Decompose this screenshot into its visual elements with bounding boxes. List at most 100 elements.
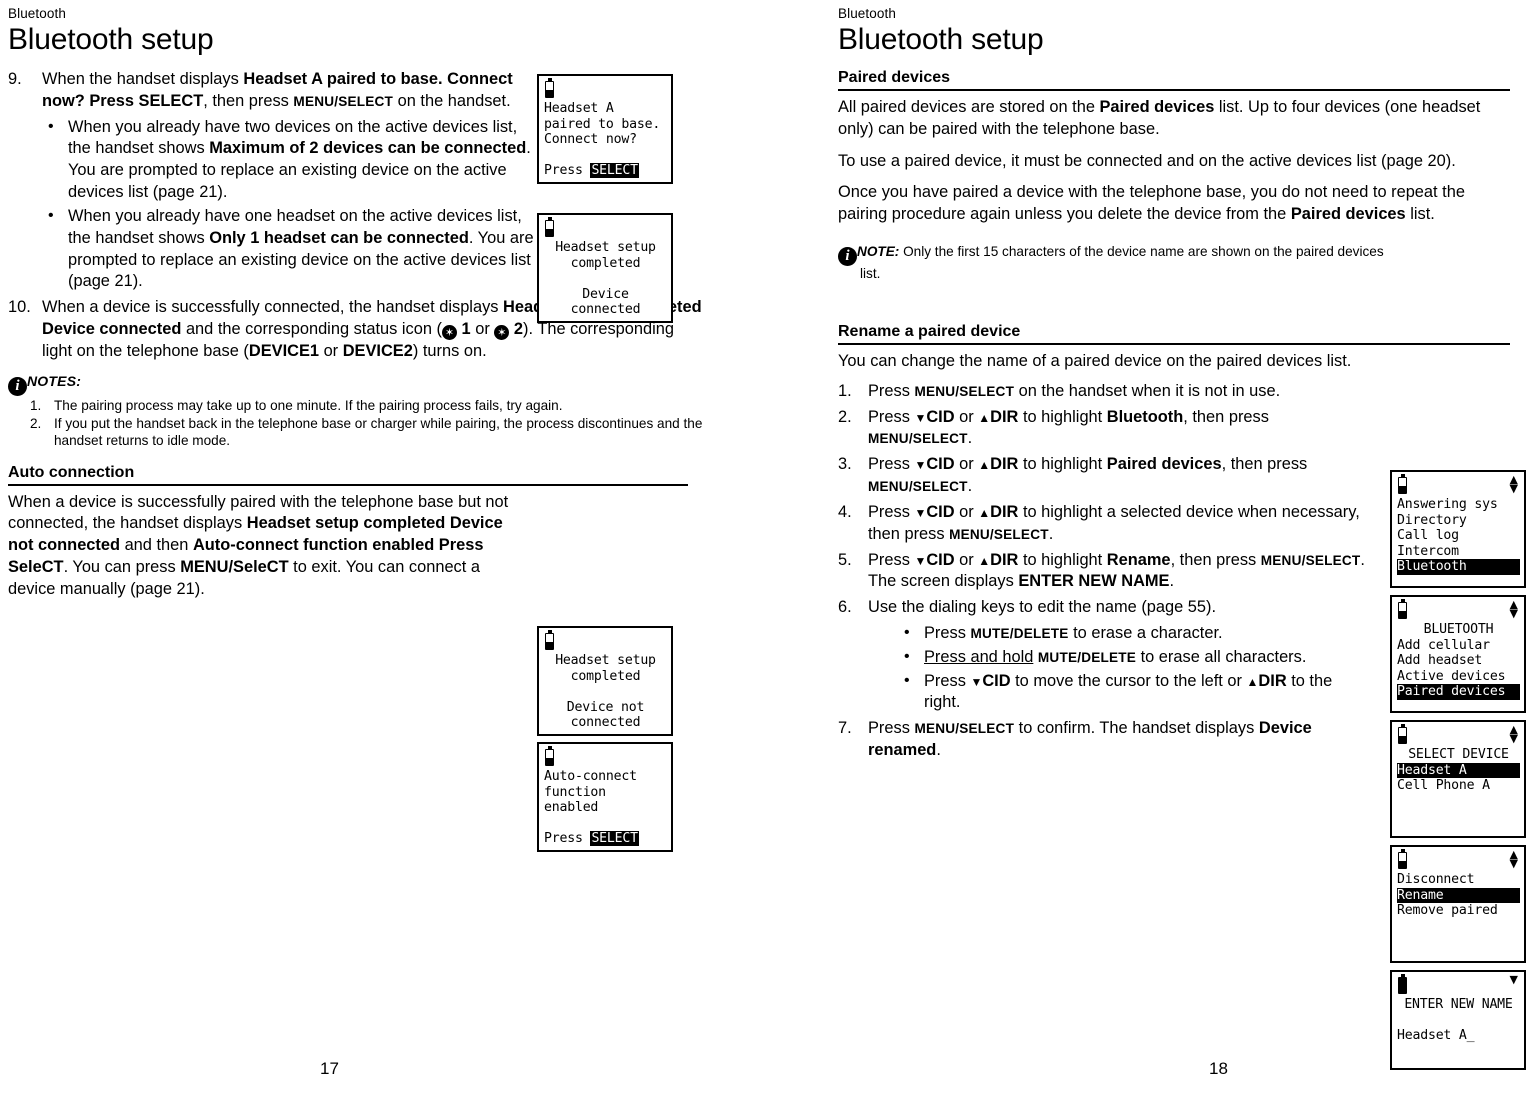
lcd-line: Device <box>582 286 629 302</box>
step-text-2: or <box>954 455 979 474</box>
down-arrow-icon <box>914 408 926 426</box>
note-text: Only the first 15 characters of the devi… <box>903 244 1384 260</box>
down-arrow-icon <box>914 455 926 473</box>
ac-text-3: . You can press <box>63 557 181 576</box>
list-item: Press CID to move the cursor to the left… <box>898 670 1366 715</box>
lcd-line: completed <box>570 668 641 684</box>
lcd-line: enabled <box>544 800 599 815</box>
step-text-2: and the corresponding status icon ( <box>181 319 442 338</box>
paired-devices-paragraph-1: All paired devices are stored on the Pai… <box>838 97 1510 141</box>
battery-icon <box>545 78 554 98</box>
battery-icon <box>1398 599 1407 619</box>
lcd-rows: Disconnect Rename Remove paired <box>1397 872 1520 919</box>
device1-label: DEVICE1 <box>248 341 320 360</box>
lcd-rows: Headset setup completed Device connected <box>544 240 667 318</box>
lcd-rows: BLUETOOTH Add cellular Add headset Activ… <box>1397 622 1520 700</box>
list-item: When you already have one headset on the… <box>42 205 537 293</box>
lcd-line: completed <box>570 255 641 271</box>
lcd-press-label: Press <box>544 163 591 178</box>
info-icon: i <box>838 247 857 267</box>
lcd-menu-item: Add cellular <box>1397 637 1490 653</box>
note-label: NOTE: <box>857 244 900 260</box>
up-arrow-icon <box>978 408 990 426</box>
lcd-menu-item-selected: Bluetooth <box>1397 559 1520 575</box>
lcd-blank <box>544 816 667 832</box>
step-text-2: , then press <box>203 91 294 110</box>
step-text-2: on the handset when it is not in use. <box>1014 381 1281 400</box>
notes-block: i NOTES: 1. The pairing process may take u… <box>8 373 708 450</box>
press-and-hold-underlined: Press and hold <box>924 647 1034 666</box>
step-text-3: on the handset. <box>393 91 511 110</box>
bullet-text: Press <box>924 623 971 642</box>
step-text-6: . <box>1169 572 1175 591</box>
lcd-device-options: ▲ ▼ Disconnect Rename Remove paired <box>1390 845 1526 963</box>
step-text-4: , then press <box>1221 455 1308 474</box>
step-number: 7. <box>838 719 852 738</box>
key-menu-select: MENU/SELECT <box>914 383 1015 399</box>
rename-heading: Rename a paired device <box>838 323 1021 341</box>
step-6-bullets: Press MUTE/DELETE to erase a character. … <box>898 622 1366 715</box>
ac-bold-3: MENU/SeleCT <box>180 557 289 576</box>
step-text-2: or <box>954 550 979 569</box>
lcd-line: Headset setup <box>555 240 656 255</box>
paired-devices-paragraph-2: To use a paired device, it must be conne… <box>838 151 1456 170</box>
step-text-3: or <box>470 319 495 338</box>
scroll-arrows-icon: ▲ ▼ <box>1509 473 1518 495</box>
step-text-6: ) turns on. <box>412 341 487 360</box>
list-item: Press and hold MUTE/DELETE to erase all … <box>898 646 1366 669</box>
step-text: Use the dialing keys to edit the name (p… <box>868 598 1217 617</box>
step-text: Press <box>868 455 915 474</box>
lcd-softkey-line: Press SELECT <box>544 831 667 847</box>
pd-text-1: All paired devices are stored on the <box>838 98 1100 116</box>
key-cid: CID <box>926 550 955 569</box>
step-6: 6. Use the dialing keys to edit the name … <box>838 597 1366 714</box>
lcd-auto-connect-enabled: Auto-connect function enabled Press SELE… <box>537 742 673 852</box>
auto-connection-paragraph: When a device is successfully paired wit… <box>8 492 528 601</box>
lcd-main-menu: ▲ ▼ Answering sys Directory Call log Inte… <box>1390 470 1526 588</box>
step-text: Press <box>868 719 915 738</box>
step-number: 9. <box>8 70 22 88</box>
bullet-text-2: to erase a character. <box>1068 623 1223 642</box>
lcd-line: Headset setup <box>555 653 656 668</box>
auto-connection-heading: Auto connection <box>8 463 135 481</box>
step-number: 1. <box>838 381 852 400</box>
step-text-5: . <box>967 429 973 448</box>
lcd-line: Connect now? <box>544 132 637 147</box>
key-cid: CID <box>926 455 955 474</box>
scroll-arrows-icon: ▲ ▼ <box>1509 598 1518 620</box>
step-1: 1. Press MENU/SELECT on the handset when … <box>838 381 1366 403</box>
lcd-select-highlight: SELECT <box>590 831 639 846</box>
notes-label: NOTES: <box>27 372 82 389</box>
menu-item-rename: Rename <box>1106 550 1171 569</box>
lcd-rows: Auto-connect function enabled Press SELE… <box>544 769 667 847</box>
lcd-rows: SELECT DEVICE Headset A Cell Phone A <box>1397 747 1520 794</box>
key-menu-select: MENU/SELECT <box>293 93 394 109</box>
step-text-2: or <box>954 502 979 521</box>
menu-item-bluetooth: Bluetooth <box>1106 407 1184 426</box>
battery-icon <box>1398 474 1407 494</box>
ac-text-2: and then <box>120 536 193 555</box>
screen-enter-new-name: ENTER NEW NAME <box>1018 572 1170 591</box>
list-item: 2. If you put the handset back in the tel… <box>8 416 708 450</box>
divider <box>838 89 1510 91</box>
step-text-3: to highlight <box>1018 407 1107 426</box>
battery-icon <box>545 746 554 766</box>
lcd-enter-new-name: ▼ ENTER NEW NAME Headset A_ <box>1390 970 1526 1070</box>
step-text-3: to highlight <box>1018 550 1107 569</box>
step-text-3: to highlight <box>1018 455 1107 474</box>
step-3: 3. Press CID or DIR to highlight Paired d… <box>838 454 1366 498</box>
key-cid: CID <box>982 671 1011 690</box>
device2-label: DEVICE2 <box>342 341 413 360</box>
lcd-blank <box>1397 1013 1520 1029</box>
step-text-5: . <box>967 477 973 496</box>
page-number-left: 17 <box>320 1059 339 1078</box>
page-left: Bluetooth Bluetooth setup 9. When the han… <box>0 0 763 1101</box>
step-text-4: , then press <box>1170 550 1261 569</box>
step-text: Press <box>868 502 915 521</box>
bullet-text-2: to erase all characters. <box>1136 647 1307 666</box>
bt-num-2: 2 <box>513 319 524 338</box>
lcd-menu-item: Active devices <box>1397 668 1506 684</box>
key-mute-delete: MUTE/DELETE <box>970 625 1069 641</box>
lcd-menu-item: Answering sys <box>1397 497 1498 512</box>
rename-intro: You can change the name of a paired devi… <box>838 352 1352 371</box>
